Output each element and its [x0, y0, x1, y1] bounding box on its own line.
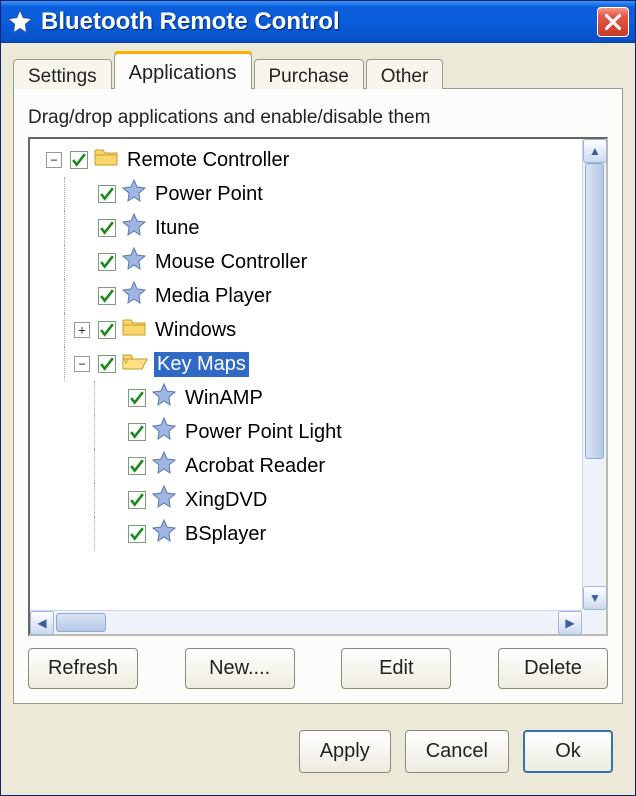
tab-purchase[interactable]: Purchase [254, 59, 364, 89]
vertical-scrollbar[interactable]: ▲ ▼ [582, 139, 606, 610]
node-label[interactable]: Key Maps [154, 352, 249, 377]
star-icon [122, 213, 146, 243]
node-label[interactable]: WinAMP [182, 386, 266, 411]
tree-list: − Remote Controller Power Point [30, 139, 606, 634]
tab-applications[interactable]: Applications [114, 53, 252, 89]
star-icon [152, 451, 176, 481]
window-title: Bluetooth Remote Control [41, 8, 340, 36]
ok-button[interactable]: Ok [523, 730, 613, 773]
scroll-right-button[interactable]: ▶ [558, 611, 582, 635]
collapse-icon[interactable]: − [74, 356, 90, 372]
checkbox[interactable] [128, 457, 146, 475]
checkbox[interactable] [98, 219, 116, 237]
star-icon [152, 417, 176, 447]
tree-node-xingdvd[interactable]: XingDVD [34, 483, 606, 517]
scroll-h-track[interactable] [54, 611, 558, 634]
star-icon [152, 519, 176, 549]
node-label[interactable]: Remote Controller [124, 148, 292, 173]
checkbox[interactable] [98, 287, 116, 305]
scroll-v-thumb[interactable] [585, 163, 604, 459]
scroll-up-button[interactable]: ▲ [583, 139, 607, 163]
tab-strip: Settings Applications Purchase Other [13, 53, 623, 89]
checkbox[interactable] [128, 389, 146, 407]
tree-node-power-point-light[interactable]: Power Point Light [34, 415, 606, 449]
tree-node-remote-controller[interactable]: − Remote Controller [34, 143, 606, 177]
tab-other[interactable]: Other [366, 59, 444, 89]
checkbox[interactable] [98, 321, 116, 339]
node-label[interactable]: Itune [152, 216, 202, 241]
folder-open-icon [122, 351, 148, 377]
node-label[interactable]: Windows [152, 318, 239, 343]
collapse-icon[interactable]: − [46, 152, 62, 168]
scroll-corner [582, 610, 606, 634]
star-icon [152, 383, 176, 413]
checkbox[interactable] [98, 253, 116, 271]
tree-node-winamp[interactable]: WinAMP [34, 381, 606, 415]
tree-node-windows[interactable]: + Windows [34, 313, 606, 347]
tree-node-mouse-controller[interactable]: Mouse Controller [34, 245, 606, 279]
checkbox[interactable] [128, 491, 146, 509]
cancel-button[interactable]: Cancel [405, 730, 509, 773]
tree-node-itune[interactable]: Itune [34, 211, 606, 245]
scroll-down-button[interactable]: ▼ [583, 586, 607, 610]
tree-node-power-point[interactable]: Power Point [34, 177, 606, 211]
node-label[interactable]: XingDVD [182, 488, 270, 513]
star-icon [122, 281, 146, 311]
checkbox[interactable] [98, 355, 116, 373]
title-bar[interactable]: Bluetooth Remote Control [1, 1, 635, 43]
checkbox[interactable] [70, 151, 88, 169]
star-icon [152, 485, 176, 515]
scroll-v-track[interactable] [583, 163, 606, 586]
refresh-button[interactable]: Refresh [28, 648, 138, 689]
dialog-footer: Apply Cancel Ok [1, 714, 635, 795]
folder-icon [94, 147, 118, 173]
edit-button[interactable]: Edit [341, 648, 451, 689]
scroll-left-button[interactable]: ◀ [30, 611, 54, 635]
checkbox[interactable] [98, 185, 116, 203]
star-icon [122, 179, 146, 209]
folder-icon [122, 317, 146, 343]
new-button[interactable]: New.... [185, 648, 295, 689]
delete-button[interactable]: Delete [498, 648, 608, 689]
checkbox[interactable] [128, 525, 146, 543]
star-icon [7, 9, 33, 35]
apply-button[interactable]: Apply [299, 730, 391, 773]
horizontal-scrollbar[interactable]: ◀ ▶ [30, 610, 582, 634]
instructions-label: Drag/drop applications and enable/disabl… [28, 107, 608, 129]
tree-node-acrobat-reader[interactable]: Acrobat Reader [34, 449, 606, 483]
tab-panel-applications: Drag/drop applications and enable/disabl… [13, 88, 623, 704]
tree-node-bsplayer[interactable]: BSplayer [34, 517, 606, 551]
app-window: Bluetooth Remote Control Settings Applic… [0, 0, 636, 796]
tree-button-row: Refresh New.... Edit Delete [28, 648, 608, 689]
tree-node-media-player[interactable]: Media Player [34, 279, 606, 313]
close-button[interactable] [597, 7, 629, 37]
scroll-h-thumb[interactable] [56, 613, 106, 632]
tree-view[interactable]: − Remote Controller Power Point [28, 137, 608, 636]
star-icon [122, 247, 146, 277]
tree-node-key-maps[interactable]: − Key Maps [34, 347, 606, 381]
node-label[interactable]: Media Player [152, 284, 275, 309]
expand-icon[interactable]: + [74, 322, 90, 338]
tab-settings[interactable]: Settings [13, 59, 112, 89]
node-label[interactable]: Power Point Light [182, 420, 345, 445]
node-label[interactable]: BSplayer [182, 522, 269, 547]
checkbox[interactable] [128, 423, 146, 441]
node-label[interactable]: Mouse Controller [152, 250, 310, 275]
client-area: Settings Applications Purchase Other Dra… [1, 43, 635, 714]
node-label[interactable]: Power Point [152, 182, 266, 207]
node-label[interactable]: Acrobat Reader [182, 454, 328, 479]
